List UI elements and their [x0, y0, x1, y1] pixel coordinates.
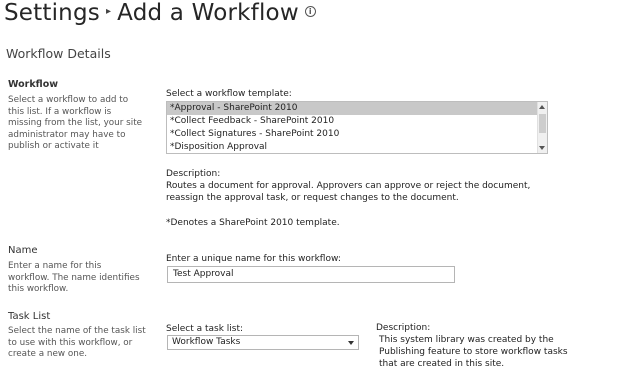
breadcrumb-separator-icon: ▸	[105, 6, 112, 17]
template-description: Routes a document for approval. Approver…	[166, 180, 566, 204]
name-input-label: Enter a unique name for this workflow:	[166, 254, 341, 264]
workflow-heading: Workflow	[8, 79, 59, 90]
task-list-description-label: Description:	[376, 323, 431, 333]
workflow-description-line: Select a workflow to add to	[8, 95, 129, 105]
workflow-description-line: missing from the list, your site	[8, 118, 143, 128]
scroll-up-icon[interactable]	[539, 105, 545, 109]
template-description-line: reassign the approval task, or request c…	[166, 193, 459, 203]
workflow-description-line: publish or activate it	[8, 141, 99, 151]
section-title: Workflow Details	[6, 46, 111, 61]
task-list-description-line: to use with this workflow, or	[8, 337, 133, 348]
task-list-description-line: create a new one.	[8, 349, 88, 359]
template-description-line: Routes a document for approval. Approver…	[166, 181, 531, 191]
task-list-library-description-line: This system library was created by the	[379, 335, 554, 345]
task-list-selected-value: Workflow Tasks	[172, 337, 241, 347]
name-heading: Name	[8, 245, 38, 256]
task-list-select[interactable]: Workflow Tasks	[167, 335, 359, 350]
task-list-library-description: This system library was created by the P…	[379, 334, 619, 370]
name-description-line: this workflow.	[8, 284, 69, 294]
template-description-label: Description:	[166, 169, 221, 179]
template-option[interactable]: *Approval - SharePoint 2010	[167, 102, 547, 115]
breadcrumb-settings-link[interactable]: Settings	[4, 0, 100, 26]
info-icon[interactable]: i	[304, 6, 316, 17]
task-list-heading: Task List	[8, 311, 51, 322]
template-option[interactable]: *Collect Signatures - SharePoint 2010	[167, 128, 547, 141]
task-list-description-line: Select the name of the task list	[8, 326, 146, 336]
workflow-description: Select a workflow to add to this list. I…	[8, 95, 158, 153]
task-list-library-description-line: that are created in this site.	[379, 359, 505, 369]
page-title: Add a Workflow	[117, 0, 299, 26]
workflow-name-input[interactable]: Test Approval	[167, 266, 455, 283]
task-list-select-label: Select a task list:	[166, 324, 244, 334]
scrollbar-thumb[interactable]	[539, 114, 546, 133]
template-option[interactable]: *Collect Feedback - SharePoint 2010	[167, 115, 547, 128]
name-description: Enter a name for this workflow. The name…	[8, 261, 158, 296]
template-option[interactable]: *Disposition Approval	[167, 141, 547, 153]
task-list-library-description-line: Publishing feature to store workflow tas…	[379, 347, 568, 357]
chevron-down-icon[interactable]	[348, 341, 354, 345]
workflow-template-listbox[interactable]: *Approval - SharePoint 2010 *Collect Fee…	[166, 101, 548, 154]
page-header: Settings ▸ Add a Workflow i	[4, 0, 316, 26]
scroll-down-icon[interactable]	[539, 146, 545, 150]
template-label: Select a workflow template:	[166, 89, 292, 99]
workflow-description-line: this list. If a workflow is	[8, 106, 112, 117]
listbox-scrollbar[interactable]	[537, 102, 547, 153]
name-description-line: Enter a name for this	[8, 261, 102, 271]
template-footnote: *Denotes a SharePoint 2010 template.	[166, 218, 340, 228]
task-list-description: Select the name of the task list to use …	[8, 326, 158, 361]
name-description-line: workflow. The name identifies	[8, 272, 140, 283]
workflow-description-line: administrator may have to	[8, 129, 126, 140]
